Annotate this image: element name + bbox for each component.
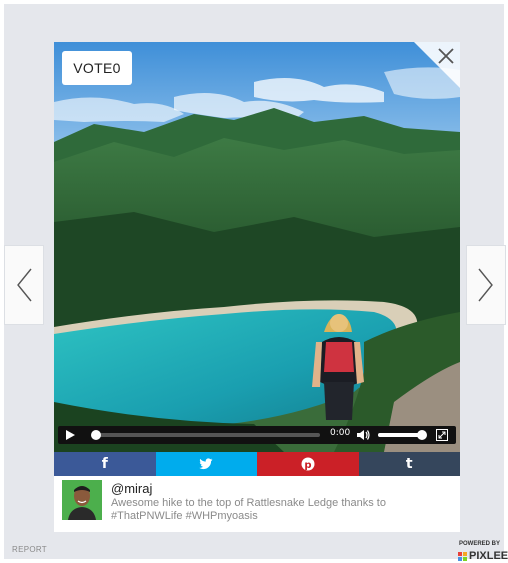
vote-label: VOTE0 [73,60,121,76]
fullscreen-icon[interactable] [436,429,448,441]
play-icon[interactable] [64,429,76,441]
post-media[interactable]: VOTE0 0:00 [54,42,460,452]
powered-by-label: POWERED BY [459,541,501,547]
video-controls: 0:00 [58,426,456,444]
twitter-bird-icon [199,458,213,470]
pixlee-wordmark: PIXLEE [469,550,508,562]
pixlee-mark-icon [458,552,467,561]
pinterest-share-button[interactable]: p [257,452,359,476]
post-caption-area: @miraj Awesome hike to the top of Rattle… [54,476,460,532]
facebook-icon: f [101,456,108,472]
facebook-share-button[interactable]: f [54,452,156,476]
landscape-photo [54,42,460,452]
video-progress-track[interactable] [91,430,320,440]
chevron-right-icon [478,268,493,302]
volume-icon[interactable] [356,429,370,441]
tumblr-icon: t [405,456,413,472]
post-author-handle[interactable]: @miraj [111,481,152,496]
pinterest-icon: p [301,457,315,471]
tumblr-share-button[interactable]: t [358,452,460,476]
svg-text:p: p [304,460,311,471]
lightbox-card: VOTE0 0:00 f p t @miraj Awesome hike to … [54,42,460,532]
lightbox-backdrop: VOTE0 0:00 f p t @miraj Awesome hike to … [4,4,508,562]
avatar[interactable] [62,480,102,520]
twitter-share-button[interactable] [155,452,257,476]
volume-level [378,433,422,437]
volume-handle[interactable] [417,430,427,440]
video-time: 0:00 [330,428,351,438]
previous-button[interactable] [4,245,44,325]
close-icon[interactable] [436,46,456,66]
next-button[interactable] [466,245,506,325]
chevron-left-icon [17,268,32,302]
vote-button[interactable]: VOTE0 [62,51,132,85]
pixlee-logo[interactable]: PIXLEE [458,551,508,562]
volume-slider[interactable] [378,430,427,440]
post-caption-text: Awesome hike to the top of Rattlesnake L… [111,497,386,522]
report-link[interactable]: REPORT [12,545,47,554]
share-bar: f p t [54,452,460,476]
video-progress-handle[interactable] [91,430,101,440]
